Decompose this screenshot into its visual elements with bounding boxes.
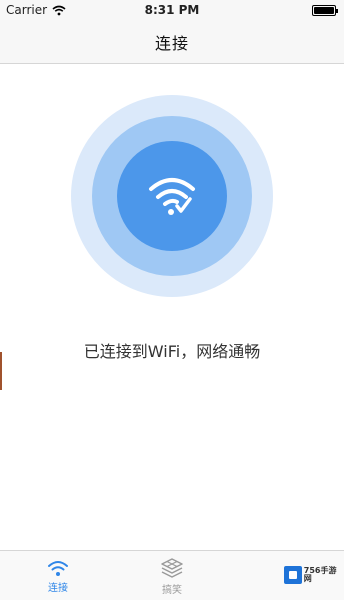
- tab-fun[interactable]: 搞笑: [132, 551, 212, 600]
- stack-icon: [161, 557, 183, 578]
- tab-connect[interactable]: 连接: [18, 551, 98, 600]
- connection-indicator: [71, 95, 273, 297]
- wifi-check-icon: [149, 178, 195, 215]
- watermark-brand: 756手游网: [303, 566, 337, 583]
- tab-connect-label: 连接: [48, 582, 68, 594]
- tab-fun-label: 搞笑: [162, 584, 182, 596]
- page-title: 连接: [154, 33, 189, 53]
- watermark-logo-icon: [284, 566, 302, 584]
- connection-ring-inner: [117, 141, 227, 251]
- battery-icon: [312, 5, 338, 16]
- clock: 8:31 PM: [144, 3, 200, 17]
- navigation-bar: 连接: [0, 20, 344, 64]
- status-bar: Carrier 8:31 PM: [0, 0, 344, 20]
- connection-status-text: 已连接到WiFi，网络通畅: [83, 342, 261, 361]
- watermark-logo: 756手游网: [284, 566, 344, 584]
- wifi-icon: [48, 560, 68, 576]
- connection-ring-middle: [92, 116, 252, 276]
